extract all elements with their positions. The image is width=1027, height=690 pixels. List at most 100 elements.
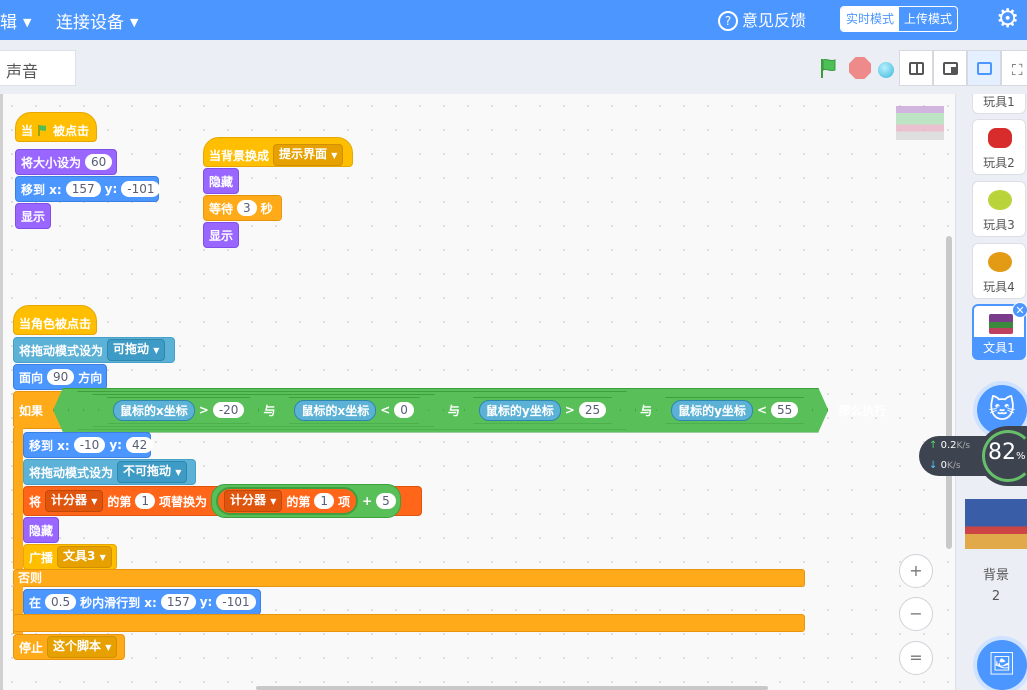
- hide-stage-button[interactable]: [967, 50, 1001, 86]
- list-item-reporter[interactable]: 计分器 ▼ 的第 1 项: [216, 487, 359, 515]
- direction-input[interactable]: 90: [47, 369, 75, 385]
- normal-stage-button[interactable]: [933, 50, 967, 86]
- backdrop-dropdown[interactable]: 提示界面 ▼: [273, 144, 344, 166]
- value-input[interactable]: 55: [771, 402, 798, 418]
- list-dropdown[interactable]: 计分器 ▼: [224, 490, 283, 512]
- message-dropdown[interactable]: 文具3 ▼: [57, 546, 112, 568]
- backdrop-thumbnail[interactable]: [965, 499, 1027, 549]
- x-input[interactable]: 157: [160, 594, 196, 610]
- sprite-item[interactable]: 玩具3: [972, 181, 1026, 237]
- block-text: 隐藏: [29, 523, 54, 538]
- gt-operator[interactable]: 鼠标的x坐标 > -20: [98, 397, 259, 424]
- show-block[interactable]: 显示: [203, 222, 239, 248]
- set-size-block[interactable]: 将大小设为 60: [15, 149, 117, 175]
- goto-xy-block[interactable]: 移到 x: -10 y: 42: [23, 432, 154, 458]
- zoom-in-button[interactable]: +: [899, 554, 933, 588]
- index-input[interactable]: 1: [314, 493, 335, 509]
- edit-menu[interactable]: 辑 ▼: [0, 8, 31, 33]
- and-operator[interactable]: 鼠标的x坐标 > -20 与 鼠标的x坐标 < 0: [83, 394, 444, 427]
- when-backdrop-switches-block[interactable]: 当背景换成 提示界面 ▼: [203, 137, 353, 167]
- and-operator[interactable]: 鼠标的x坐标 > -20 与 鼠标的x坐标 < 0 与 鼠标的y坐标 > 25: [68, 391, 636, 430]
- else-bar: 否则: [13, 569, 805, 587]
- block-text: 被点击: [53, 123, 90, 138]
- point-direction-block[interactable]: 面向 90 方向: [13, 364, 107, 390]
- x-input[interactable]: -10: [73, 437, 106, 453]
- list-dropdown[interactable]: 计分器 ▼: [45, 490, 104, 512]
- operator-symbol: +: [362, 494, 373, 508]
- workspace-edge: [0, 94, 3, 690]
- add-operator[interactable]: 计分器 ▼ 的第 1 项 + 5: [211, 484, 401, 518]
- and-operator[interactable]: 鼠标的x坐标 > -20 与 鼠标的x坐标 < 0 与 鼠标的y坐标 > 25 …: [53, 388, 828, 433]
- mouse-y-reporter[interactable]: 鼠标的y坐标: [479, 400, 561, 421]
- if-else-block[interactable]: 如果 鼠标的x坐标 > -20 与 鼠标的x坐标 < 0 与 鼠标的y坐标 >: [13, 391, 886, 429]
- connect-device-menu[interactable]: 连接设备 ▼: [56, 8, 138, 33]
- broadcast-block[interactable]: 广播 文具3 ▼: [23, 544, 117, 570]
- feedback-button[interactable]: ? 意见反馈: [718, 7, 806, 31]
- turbo-button[interactable]: [878, 62, 894, 78]
- green-flag-button[interactable]: [817, 56, 841, 80]
- hide-block[interactable]: 隐藏: [203, 168, 239, 194]
- zoom-out-button[interactable]: −: [899, 597, 933, 631]
- wait-input[interactable]: 3: [237, 200, 257, 216]
- x-input[interactable]: 157: [65, 181, 101, 197]
- replace-list-item-block[interactable]: 将 计分器 ▼ 的第 1 项替换为 计分器 ▼ 的第 1 项 + 5: [23, 484, 422, 518]
- gear-icon[interactable]: ⚙: [996, 5, 1024, 33]
- block-text: 秒内滑行到 x:: [80, 595, 157, 610]
- tab-sound[interactable]: 声音: [0, 50, 76, 86]
- sprite-item[interactable]: 玩具2: [972, 119, 1026, 175]
- value-input[interactable]: 25: [579, 402, 606, 418]
- sprite-item[interactable]: 玩具4: [972, 243, 1026, 299]
- lt-operator[interactable]: 鼠标的x坐标 < 0: [279, 397, 428, 424]
- zoom-reset-button[interactable]: =: [899, 641, 933, 675]
- y-input[interactable]: 42: [125, 437, 154, 453]
- y-input[interactable]: -101: [121, 181, 161, 197]
- mouse-x-reporter[interactable]: 鼠标的x坐标: [294, 400, 376, 421]
- delete-sprite-icon[interactable]: ✕: [1012, 302, 1027, 318]
- goto-xy-block[interactable]: 移到 x: 157 y: -101: [15, 176, 161, 202]
- size-input[interactable]: 60: [85, 154, 113, 170]
- drag-mode-dropdown[interactable]: 不可拖动 ▼: [117, 461, 188, 483]
- sprite-item[interactable]: 玩具1: [972, 94, 1026, 114]
- small-stage-button[interactable]: [899, 50, 933, 86]
- toolbar: 声音: [0, 40, 1027, 94]
- image-icon: 🖼: [988, 652, 1016, 677]
- fullscreen-button[interactable]: ⛶: [1001, 50, 1027, 86]
- seconds-input[interactable]: 0.5: [45, 594, 77, 610]
- hide-block[interactable]: 隐藏: [23, 517, 59, 543]
- mouse-x-reporter[interactable]: 鼠标的x坐标: [113, 400, 195, 421]
- vertical-scrollbar[interactable]: [946, 236, 952, 549]
- stop-option-dropdown[interactable]: 这个脚本 ▼: [47, 636, 118, 658]
- lt-operator[interactable]: 鼠标的y坐标 < 55: [656, 397, 813, 424]
- when-flag-clicked-block[interactable]: 当 被点击: [15, 112, 97, 142]
- sprite-label: 玩具1: [983, 95, 1015, 109]
- value-input[interactable]: -20: [213, 402, 245, 418]
- backdrop-label: 背景: [982, 568, 1009, 583]
- when-sprite-clicked-block[interactable]: 当角色被点击: [13, 305, 97, 335]
- sprite-thumbnail: [988, 252, 1012, 272]
- realtime-mode-button[interactable]: 实时模式: [841, 7, 900, 31]
- block-text: 项: [338, 494, 351, 509]
- mouse-y-reporter[interactable]: 鼠标的y坐标: [671, 400, 753, 421]
- show-block[interactable]: 显示: [15, 203, 51, 229]
- y-input[interactable]: -101: [216, 594, 256, 610]
- upload-mode-button[interactable]: 上传模式: [899, 7, 957, 31]
- horizontal-scrollbar[interactable]: [256, 686, 768, 690]
- index-input[interactable]: 1: [135, 493, 156, 509]
- sprite-thumbnail: [989, 314, 1013, 334]
- block-text: 显示: [21, 209, 46, 224]
- add-backdrop-button[interactable]: 🖼: [977, 640, 1027, 690]
- set-drag-mode-block[interactable]: 将拖动模式设为 不可拖动 ▼: [23, 459, 196, 485]
- drag-mode-dropdown[interactable]: 可拖动 ▼: [107, 339, 166, 361]
- block-text: y:: [109, 438, 122, 452]
- value-input[interactable]: 5: [376, 493, 396, 509]
- block-text: 当: [21, 123, 34, 138]
- value-input[interactable]: 0: [394, 402, 414, 418]
- gt-operator[interactable]: 鼠标的y坐标 > 25: [464, 397, 621, 424]
- glide-block[interactable]: 在 0.5 秒内滑行到 x: 157 y: -101: [23, 589, 261, 615]
- block-text: 将大小设为: [21, 155, 82, 170]
- wait-block[interactable]: 等待 3 秒: [203, 195, 282, 221]
- block-text: 在: [29, 595, 42, 610]
- sprite-item-selected[interactable]: ✕ 文具1: [972, 302, 1027, 360]
- stop-block[interactable]: 停止 这个脚本 ▼: [13, 634, 125, 660]
- set-drag-mode-block[interactable]: 将拖动模式设为 可拖动 ▼: [13, 337, 175, 363]
